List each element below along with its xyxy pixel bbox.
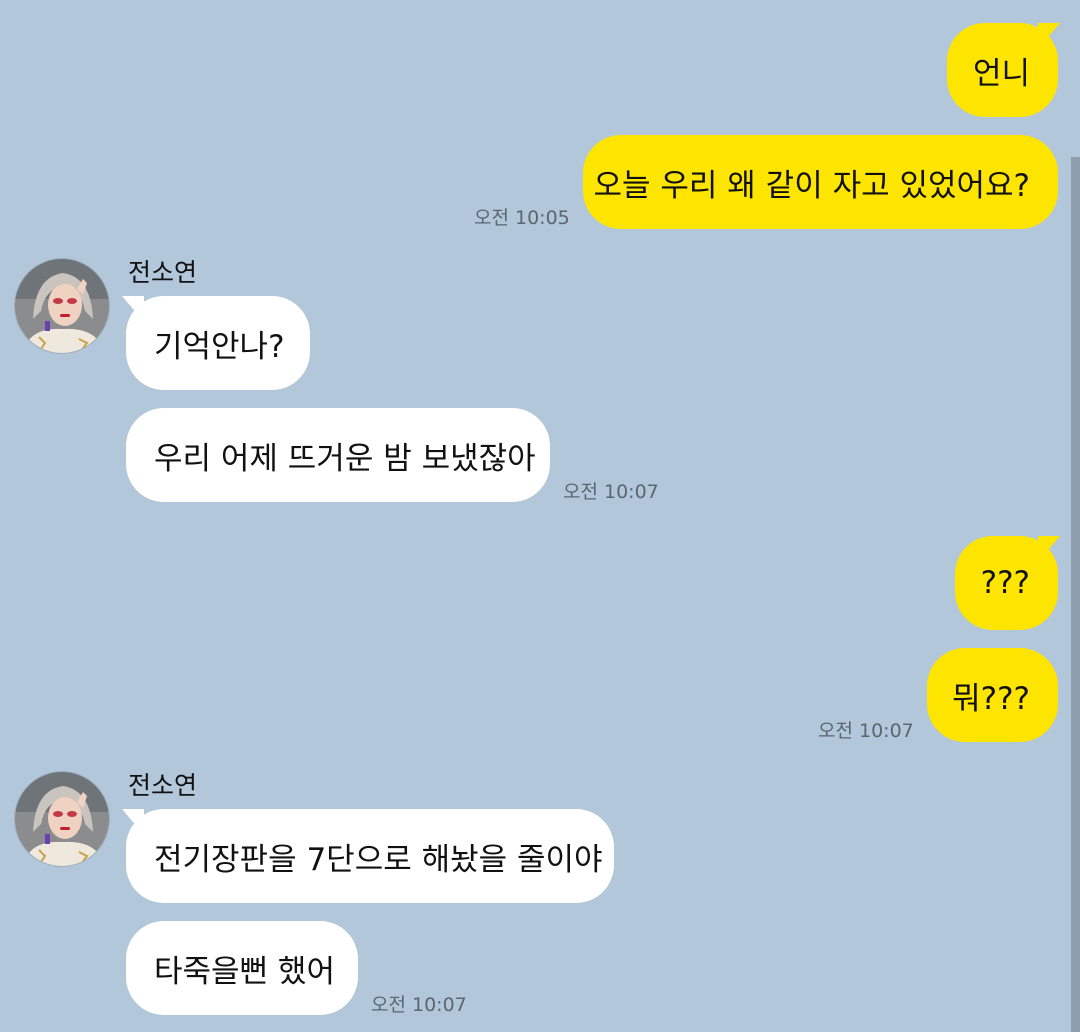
message-bubble-received[interactable]: 전기장판을 7단으로 해놨을 줄이야	[126, 809, 614, 903]
message-text: 언니	[972, 55, 1030, 92]
message-text: ???	[980, 565, 1030, 601]
message-text: 전기장판을 7단으로 해놨을 줄이야	[154, 841, 603, 878]
message-text: 뭐???	[952, 680, 1030, 717]
profile-photo-icon	[15, 772, 109, 866]
message-bubble-sent[interactable]: 뭐???	[927, 648, 1058, 742]
message-text: 오늘 우리 왜 같이 자고 있었어요?	[593, 167, 1030, 204]
sender-name: 전소연	[128, 771, 198, 800]
message-timestamp: 오전 10:07	[818, 720, 914, 742]
message-bubble-received[interactable]: 기억안나?	[126, 296, 310, 390]
message-timestamp: 오전 10:07	[371, 994, 467, 1016]
profile-photo-icon	[15, 259, 109, 353]
message-bubble-sent[interactable]: 오늘 우리 왜 같이 자고 있었어요?	[583, 135, 1058, 229]
sender-name: 전소연	[128, 258, 198, 287]
avatar[interactable]	[14, 771, 110, 867]
message-text: 기억안나?	[154, 328, 285, 365]
message-bubble-sent[interactable]: 언니	[947, 23, 1058, 117]
scrollbar[interactable]	[1071, 157, 1080, 1032]
message-text: 타죽을뻔 했어	[154, 953, 335, 990]
message-timestamp: 오전 10:07	[563, 481, 659, 503]
message-bubble-received[interactable]: 우리 어제 뜨거운 밤 보냈잖아	[126, 408, 550, 502]
message-text: 우리 어제 뜨거운 밤 보냈잖아	[154, 440, 536, 477]
avatar[interactable]	[14, 258, 110, 354]
message-bubble-sent[interactable]: ???	[955, 536, 1058, 630]
message-timestamp: 오전 10:05	[474, 207, 570, 229]
message-bubble-received[interactable]: 타죽을뻔 했어	[126, 921, 358, 1015]
